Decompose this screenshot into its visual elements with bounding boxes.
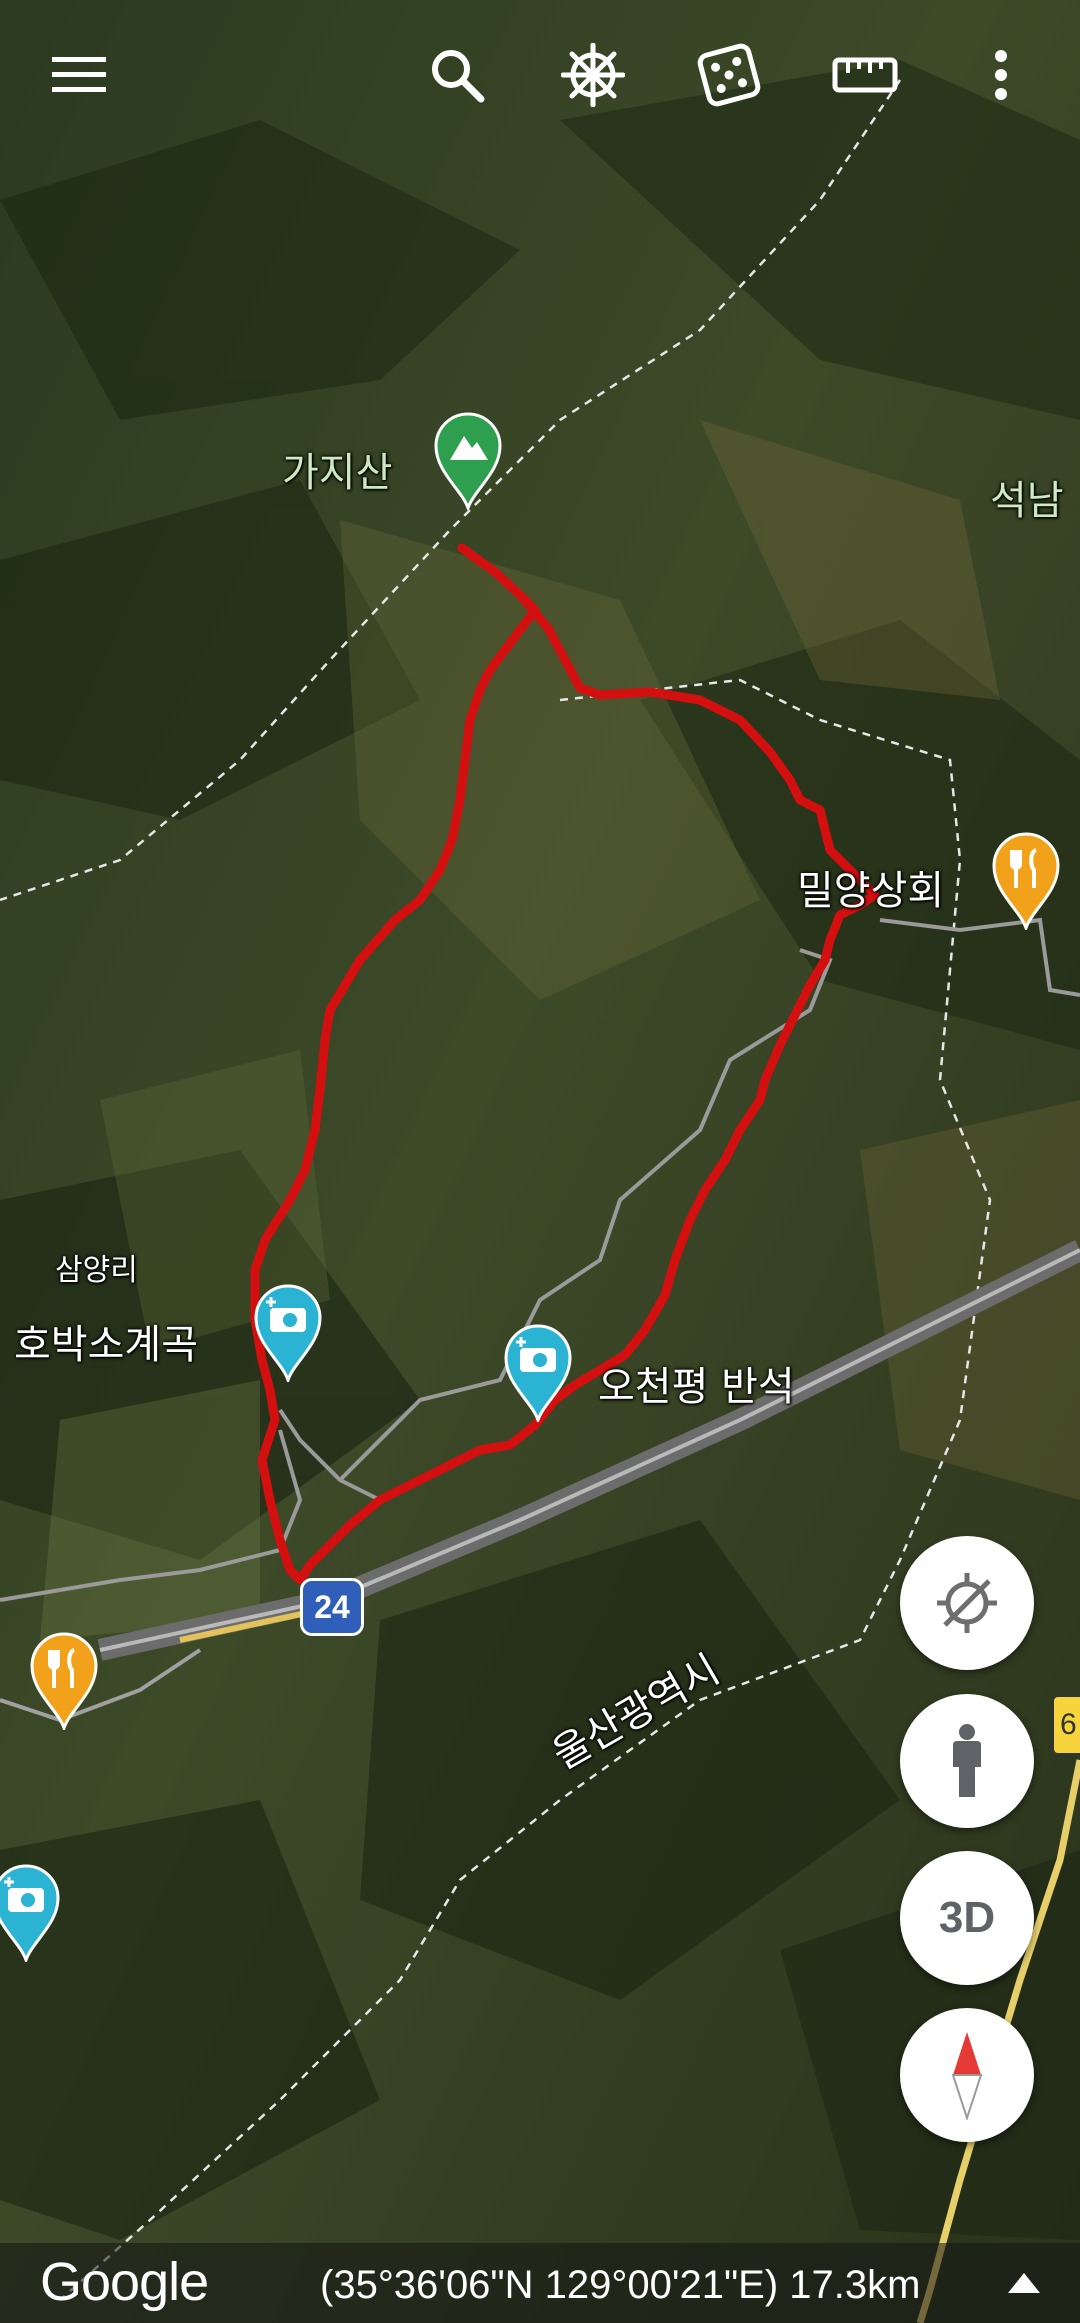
more-options-button[interactable]	[956, 30, 1046, 120]
expand-up-icon[interactable]	[1004, 2265, 1044, 2299]
restaurant-label[interactable]: 밀양상회	[797, 858, 944, 916]
route-24-shield: 24	[300, 1578, 364, 1636]
3d-toggle-button[interactable]: 3D	[900, 1851, 1034, 1985]
restaurant-pin[interactable]	[990, 830, 1062, 930]
google-logo: Google	[40, 2252, 209, 2312]
3d-label: 3D	[938, 1893, 996, 1942]
more-vert-icon	[995, 50, 1007, 100]
viewpoint-photo-pin[interactable]	[502, 1322, 574, 1422]
left-photo-pin[interactable]	[0, 1862, 62, 1962]
coordinates-readout: (35°36'06"N 129°00'21"E) 17.3km	[320, 2263, 921, 2307]
voyager-button[interactable]	[548, 30, 638, 120]
top-toolbar	[0, 0, 1080, 150]
dice-icon	[697, 43, 761, 107]
random-place-button[interactable]	[684, 30, 774, 120]
ships-wheel-icon	[561, 43, 625, 107]
top-right-place-label[interactable]: 석남	[990, 468, 1064, 526]
street-view-button[interactable]	[900, 1694, 1034, 1828]
valley-photo-pin[interactable]	[252, 1282, 324, 1382]
measure-button[interactable]	[820, 30, 910, 120]
compass-button[interactable]	[900, 2008, 1034, 2142]
ruler-icon	[832, 57, 898, 93]
satellite-map[interactable]	[0, 0, 1080, 2323]
compass-icon	[951, 2032, 983, 2120]
mountain-pin[interactable]	[432, 410, 504, 510]
village-label[interactable]: 삼양리	[55, 1245, 138, 1289]
search-icon	[432, 50, 485, 103]
mountain-label[interactable]: 가지산	[282, 440, 392, 498]
valley-label[interactable]: 호박소계곡	[14, 1312, 198, 1370]
menu-button[interactable]	[34, 30, 124, 120]
viewpoint-label[interactable]: 오천평 반석	[598, 1354, 795, 1412]
bottom-status-bar: Google (35°36'06"N 129°00'21"E) 17.3km	[0, 2243, 1080, 2323]
left-restaurant-pin[interactable]	[28, 1630, 100, 1730]
menu-icon	[52, 57, 106, 92]
right-road-sign: 6	[1052, 1695, 1080, 1755]
location-button[interactable]	[900, 1536, 1034, 1670]
search-button[interactable]	[412, 30, 502, 120]
person-icon	[953, 1724, 981, 1797]
gps-off-icon	[937, 1573, 997, 1633]
